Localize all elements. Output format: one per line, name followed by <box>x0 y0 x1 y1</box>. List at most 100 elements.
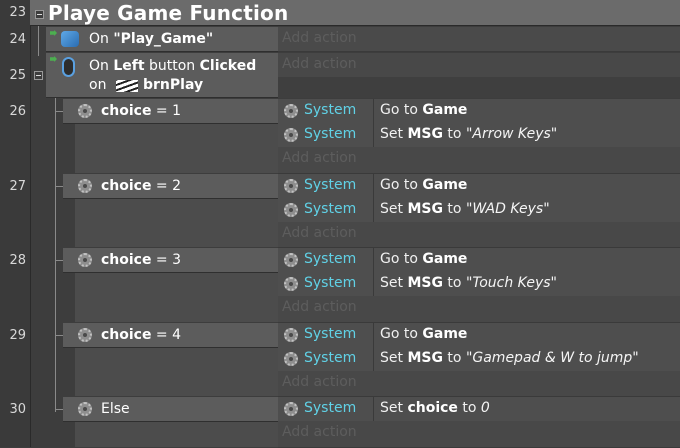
line-number-23: 23 <box>9 5 26 20</box>
system-gear-icon <box>284 277 298 291</box>
subevent-27-condition[interactable]: choice = 2 <box>63 174 278 199</box>
group-title: Playe Game Function <box>48 1 289 25</box>
column-separator <box>373 248 374 272</box>
action-object: System <box>304 251 357 267</box>
add-action-link[interactable]: Add action <box>282 56 357 72</box>
line-number-27: 27 <box>9 179 26 194</box>
layout-event-icon <box>61 31 79 47</box>
system-gear-icon <box>284 328 298 342</box>
action-row: Add action <box>278 222 680 248</box>
subevent-28-condition-area <box>75 273 278 322</box>
column-separator <box>373 323 374 347</box>
line-number-28: 28 <box>9 253 26 268</box>
event-24-actions: Add action <box>278 27 680 52</box>
system-gear-icon <box>284 128 298 142</box>
action-text: Go to Game <box>380 251 468 267</box>
add-action-link[interactable]: Add action <box>282 150 357 166</box>
mouse-icon <box>62 57 75 77</box>
subevent-30-actions: System Set choice to 0 Add action <box>278 397 680 448</box>
column-separator <box>373 123 374 147</box>
system-gear-icon <box>284 352 298 366</box>
add-action-link[interactable]: Add action <box>282 225 357 241</box>
condition-text: choice = 3 <box>101 252 182 268</box>
action-text: Set MSG to "Touch Keys" <box>380 275 557 291</box>
event-24-condition[interactable]: On "Play_Game" <box>46 27 278 52</box>
system-gear-icon <box>78 328 92 342</box>
action-text: Set choice to 0 <box>380 400 490 416</box>
action-row[interactable]: System Set MSG to "WAD Keys" <box>278 198 680 223</box>
system-gear-icon <box>284 179 298 193</box>
column-separator <box>373 174 374 198</box>
line-number-26: 26 <box>9 104 26 119</box>
collapse-toggle-icon[interactable] <box>35 10 44 19</box>
condition-text: choice = 4 <box>101 327 182 343</box>
action-row[interactable]: System Set MSG to "Touch Keys" <box>278 272 680 297</box>
action-object: System <box>304 126 357 142</box>
tree-line <box>55 186 63 187</box>
condition-text-line1: On Left button Clicked <box>89 58 257 74</box>
column-separator <box>373 397 374 421</box>
event-25-actions: Add action <box>278 53 680 98</box>
subevent-30-condition[interactable]: Else <box>63 397 278 422</box>
action-text: Set MSG to "Gamepad & W to jump" <box>380 350 639 366</box>
condition-text: choice = 1 <box>101 103 182 119</box>
subevent-26-condition[interactable]: choice = 1 <box>63 99 278 124</box>
action-row[interactable]: System Go to Game <box>278 99 680 124</box>
subevent-28-condition[interactable]: choice = 3 <box>63 248 278 273</box>
subevent-29-condition[interactable]: choice = 4 <box>63 323 278 348</box>
subevent-29-condition-area <box>75 348 278 396</box>
action-row[interactable]: System Go to Game <box>278 323 680 348</box>
action-row[interactable]: System Go to Game <box>278 174 680 199</box>
system-gear-icon <box>284 402 298 416</box>
condition-text: Else <box>101 401 130 417</box>
column-separator <box>373 347 374 371</box>
action-row[interactable]: System Set choice to 0 <box>278 397 680 422</box>
event-arrow-icon <box>50 56 57 62</box>
action-object: System <box>304 400 357 416</box>
action-spacer <box>278 77 680 98</box>
add-action-link[interactable]: Add action <box>282 30 357 46</box>
subevent-27-actions: System Go to Game System Set MSG to "WAD… <box>278 174 680 248</box>
action-row: Add action <box>278 421 680 448</box>
column-separator <box>373 272 374 296</box>
subevent-27-condition-area <box>75 199 278 247</box>
system-gear-icon <box>78 402 92 416</box>
action-text: Go to Game <box>380 326 468 342</box>
action-text: Set MSG to "WAD Keys" <box>380 201 550 217</box>
system-gear-icon <box>284 104 298 118</box>
system-gear-icon <box>284 253 298 267</box>
subevent-26-condition-area <box>75 124 278 173</box>
action-object: System <box>304 326 357 342</box>
line-number-29: 29 <box>9 328 26 343</box>
tree-line <box>55 409 63 410</box>
collapse-toggle-icon[interactable] <box>34 71 43 80</box>
tree-line <box>55 111 63 112</box>
action-object: System <box>304 201 357 217</box>
tree-line <box>38 26 39 56</box>
tree-line <box>55 260 63 261</box>
action-text: Set MSG to "Arrow Keys" <box>380 126 558 142</box>
subevent-26-actions: System Go to Game System Set MSG to "Arr… <box>278 99 680 174</box>
column-separator <box>373 99 374 123</box>
action-object: System <box>304 350 357 366</box>
event-group-header[interactable]: Playe Game Function <box>30 0 680 26</box>
system-gear-icon <box>284 203 298 217</box>
action-text: Go to Game <box>380 102 468 118</box>
subevent-29-actions: System Go to Game System Set MSG to "Gam… <box>278 323 680 397</box>
action-object: System <box>304 177 357 193</box>
tree-line <box>55 335 63 336</box>
subevent-28-actions: System Go to Game System Set MSG to "Tou… <box>278 248 680 323</box>
object-name: brnPlay <box>143 77 204 93</box>
condition-text: choice = 2 <box>101 178 182 194</box>
add-action-link[interactable]: Add action <box>282 424 357 440</box>
add-action-link[interactable]: Add action <box>282 374 357 390</box>
action-row[interactable]: System Go to Game <box>278 248 680 273</box>
column-separator <box>373 198 374 222</box>
action-row[interactable]: System Set MSG to "Arrow Keys" <box>278 123 680 148</box>
action-row[interactable]: System Set MSG to "Gamepad & W to jump" <box>278 347 680 372</box>
sprite-thumbnail-icon <box>116 80 138 92</box>
system-gear-icon <box>78 253 92 267</box>
add-action-link[interactable]: Add action <box>282 299 357 315</box>
event-25-condition[interactable]: On Left button Clicked on brnPlay <box>46 53 278 98</box>
system-gear-icon <box>78 179 92 193</box>
